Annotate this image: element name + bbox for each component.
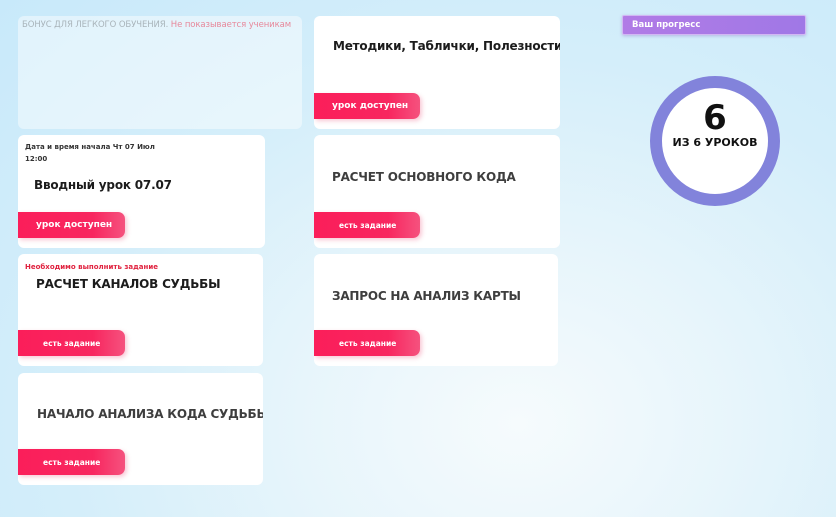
lesson-title: Методики, Таблички, Полезности [333, 39, 560, 53]
bonus-label: БОНУС ДЛЯ ЛЕГКОГО ОБУЧЕНИЯ. Не показывае… [22, 20, 291, 30]
lesson-title: ЗАПРОС НА АНАЛИЗ КАРТЫ [332, 289, 521, 303]
progress-header: Ваш прогресс [622, 15, 806, 35]
lesson-start-datetime: Дата и время начала Чт 07 Июл 12:00 [25, 141, 165, 165]
has-task-button[interactable]: есть задание [18, 449, 125, 475]
progress-label: ИЗ 6 УРОКОВ [672, 136, 758, 149]
lesson-title: РАСЧЕТ КАНАЛОВ СУДЬБЫ [36, 277, 221, 291]
has-task-button[interactable]: есть задание [18, 330, 125, 356]
lesson-start-date: Дата и время начала Чт 07 Июл [25, 143, 155, 151]
lesson-title: НАЧАЛО АНАЛИЗА КОДА СУДЬБЫ [37, 407, 263, 421]
bonus-title: БОНУС ДЛЯ ЛЕГКОГО ОБУЧЕНИЯ. [22, 20, 169, 30]
lesson-card-methods[interactable]: Методики, Таблички, Полезности урок дост… [314, 16, 560, 129]
bonus-card[interactable]: БОНУС ДЛЯ ЛЕГКОГО ОБУЧЕНИЯ. Не показывае… [18, 16, 302, 129]
lesson-card-map-request[interactable]: ЗАПРОС НА АНАЛИЗ КАРТЫ есть задание [314, 254, 558, 366]
progress-ring: 6 ИЗ 6 УРОКОВ [650, 76, 780, 206]
has-task-button[interactable]: есть задание [314, 330, 420, 356]
lesson-start-time: 12:00 [25, 155, 48, 163]
task-required-notice: Необходимо выполнить задание [25, 263, 159, 271]
lesson-card-code-analysis[interactable]: НАЧАЛО АНАЛИЗА КОДА СУДЬБЫ есть задание [18, 373, 263, 485]
lesson-title: РАСЧЕТ ОСНОВНОГО КОДА [332, 170, 516, 184]
progress-count: 6 [703, 98, 727, 138]
lesson-title: Вводный урок 07.07 [34, 178, 172, 192]
lesson-card-intro[interactable]: Дата и время начала Чт 07 Июл 12:00 Ввод… [18, 135, 265, 248]
lesson-card-main-code[interactable]: РАСЧЕТ ОСНОВНОГО КОДА есть задание [314, 135, 560, 248]
lesson-available-button[interactable]: урок доступен [314, 93, 420, 119]
lesson-available-button[interactable]: урок доступен [18, 212, 125, 238]
bonus-warning: Не показывается ученикам [170, 20, 292, 30]
has-task-button[interactable]: есть задание [314, 212, 420, 238]
lesson-card-channels[interactable]: Необходимо выполнить задание РАСЧЕТ КАНА… [18, 254, 263, 366]
